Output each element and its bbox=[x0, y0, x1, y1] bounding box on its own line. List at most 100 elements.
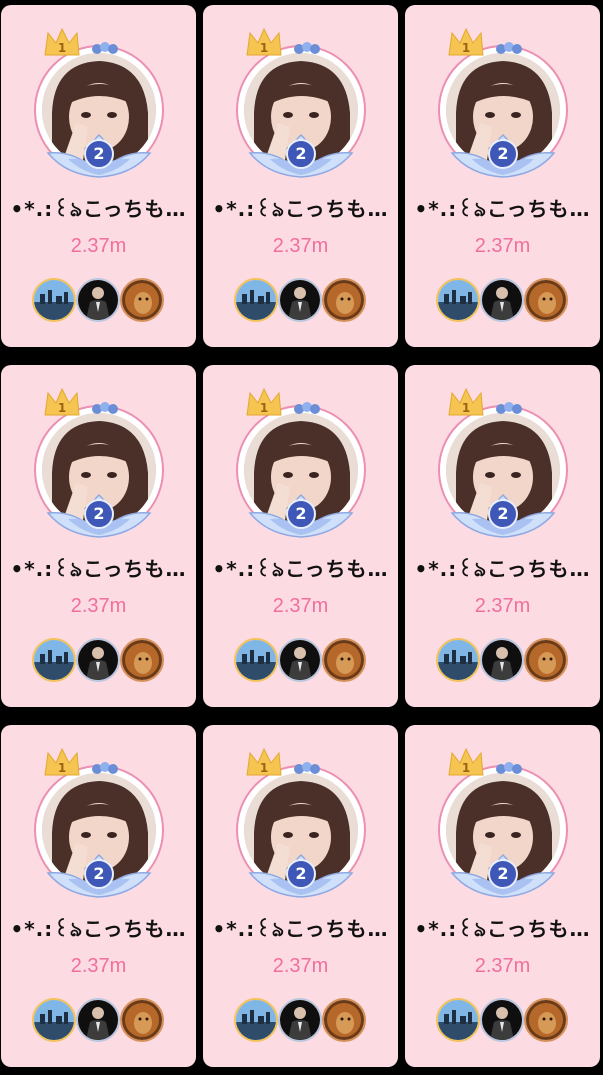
score-value: 2.37m bbox=[272, 595, 329, 617]
rank-crown-number: 1 bbox=[260, 41, 268, 55]
top-contributors bbox=[32, 638, 167, 682]
avatar-frame[interactable]: 1 2 bbox=[236, 747, 366, 898]
top-contributors bbox=[436, 278, 571, 322]
score-value: 2.37m bbox=[272, 235, 329, 257]
top-contributors bbox=[234, 278, 369, 322]
ranking-card[interactable]: 1 2 •*.:꒰ঌこっちも… 2.37m bbox=[1, 725, 196, 1067]
man-in-suit-avatar[interactable] bbox=[278, 998, 322, 1042]
man-in-suit-avatar[interactable] bbox=[480, 998, 524, 1042]
man-in-suit-avatar[interactable] bbox=[76, 998, 120, 1042]
ranking-card[interactable]: 1 2 •*.:꒰ঌこっちも… 2.37m bbox=[203, 5, 398, 347]
lion-avatar[interactable] bbox=[524, 638, 568, 682]
ranking-card[interactable]: 1 2 •*.:꒰ঌこっちも… 2.37m bbox=[405, 365, 600, 707]
city-skyline-avatar[interactable] bbox=[436, 638, 480, 682]
gem-ornament-icon bbox=[294, 402, 320, 414]
ranking-card[interactable]: 1 2 •*.:꒰ঌこっちも… 2.37m bbox=[203, 365, 398, 707]
level-badge: 2 bbox=[84, 139, 114, 169]
score-value: 2.37m bbox=[70, 595, 127, 617]
city-skyline-avatar[interactable] bbox=[436, 278, 480, 322]
lion-avatar[interactable] bbox=[120, 638, 164, 682]
gem-ornament-icon bbox=[496, 402, 522, 414]
rank-crown-number: 1 bbox=[58, 41, 66, 55]
top-contributors bbox=[436, 998, 571, 1042]
man-in-suit-avatar[interactable] bbox=[278, 278, 322, 322]
rank-crown-number: 1 bbox=[58, 761, 66, 775]
level-badge: 2 bbox=[488, 499, 518, 529]
user-name: •*.:꒰ঌこっちも… bbox=[414, 917, 591, 941]
lion-avatar[interactable] bbox=[120, 278, 164, 322]
lion-avatar[interactable] bbox=[524, 278, 568, 322]
rank-crown-number: 1 bbox=[462, 41, 470, 55]
man-in-suit-avatar[interactable] bbox=[278, 638, 322, 682]
crown-icon: 1 bbox=[246, 747, 282, 776]
city-skyline-avatar[interactable] bbox=[234, 638, 278, 682]
man-in-suit-avatar[interactable] bbox=[76, 638, 120, 682]
gem-ornament-icon bbox=[92, 762, 118, 774]
lion-avatar[interactable] bbox=[322, 638, 366, 682]
user-name: •*.:꒰ঌこっちも… bbox=[212, 917, 389, 941]
city-skyline-avatar[interactable] bbox=[234, 998, 278, 1042]
level-badge: 2 bbox=[84, 859, 114, 889]
gem-ornament-icon bbox=[496, 762, 522, 774]
crown-icon: 1 bbox=[44, 387, 80, 416]
crown-icon: 1 bbox=[246, 27, 282, 56]
gem-ornament-icon bbox=[92, 42, 118, 54]
lion-avatar[interactable] bbox=[120, 998, 164, 1042]
top-contributors bbox=[234, 638, 369, 682]
rank-crown-number: 1 bbox=[462, 761, 470, 775]
user-name: •*.:꒰ঌこっちも… bbox=[10, 557, 187, 581]
level-badge: 2 bbox=[84, 499, 114, 529]
crown-icon: 1 bbox=[448, 747, 484, 776]
lion-avatar[interactable] bbox=[322, 278, 366, 322]
level-badge: 2 bbox=[286, 859, 316, 889]
top-contributors bbox=[32, 278, 167, 322]
ranking-grid: 1 2 •*.:꒰ঌこっちも… 2.37m 1 2 •*.:꒰ঌこっちも… 2.… bbox=[0, 0, 603, 1075]
avatar-frame[interactable]: 1 2 bbox=[34, 747, 164, 898]
gem-ornament-icon bbox=[294, 42, 320, 54]
ranking-card[interactable]: 1 2 •*.:꒰ঌこっちも… 2.37m bbox=[405, 5, 600, 347]
man-in-suit-avatar[interactable] bbox=[480, 638, 524, 682]
rank-crown-number: 1 bbox=[58, 401, 66, 415]
lion-avatar[interactable] bbox=[524, 998, 568, 1042]
rank-crown-number: 1 bbox=[260, 401, 268, 415]
city-skyline-avatar[interactable] bbox=[32, 638, 76, 682]
avatar-frame[interactable]: 1 2 bbox=[438, 387, 568, 538]
top-contributors bbox=[234, 998, 369, 1042]
gem-ornament-icon bbox=[92, 402, 118, 414]
crown-icon: 1 bbox=[44, 27, 80, 56]
crown-icon: 1 bbox=[448, 27, 484, 56]
city-skyline-avatar[interactable] bbox=[32, 278, 76, 322]
city-skyline-avatar[interactable] bbox=[234, 278, 278, 322]
score-value: 2.37m bbox=[474, 955, 531, 977]
city-skyline-avatar[interactable] bbox=[436, 998, 480, 1042]
score-value: 2.37m bbox=[272, 955, 329, 977]
score-value: 2.37m bbox=[70, 955, 127, 977]
ranking-card[interactable]: 1 2 •*.:꒰ঌこっちも… 2.37m bbox=[1, 5, 196, 347]
level-badge: 2 bbox=[488, 859, 518, 889]
rank-crown-number: 1 bbox=[462, 401, 470, 415]
score-value: 2.37m bbox=[474, 595, 531, 617]
level-badge: 2 bbox=[286, 139, 316, 169]
man-in-suit-avatar[interactable] bbox=[76, 278, 120, 322]
crown-icon: 1 bbox=[246, 387, 282, 416]
avatar-frame[interactable]: 1 2 bbox=[438, 747, 568, 898]
top-contributors bbox=[32, 998, 167, 1042]
ranking-card[interactable]: 1 2 •*.:꒰ঌこっちも… 2.37m bbox=[405, 725, 600, 1067]
ranking-card[interactable]: 1 2 •*.:꒰ঌこっちも… 2.37m bbox=[203, 725, 398, 1067]
avatar-frame[interactable]: 1 2 bbox=[34, 387, 164, 538]
avatar-frame[interactable]: 1 2 bbox=[438, 27, 568, 178]
user-name: •*.:꒰ঌこっちも… bbox=[10, 917, 187, 941]
avatar-frame[interactable]: 1 2 bbox=[236, 387, 366, 538]
lion-avatar[interactable] bbox=[322, 998, 366, 1042]
score-value: 2.37m bbox=[474, 235, 531, 257]
avatar-frame[interactable]: 1 2 bbox=[34, 27, 164, 178]
man-in-suit-avatar[interactable] bbox=[480, 278, 524, 322]
level-badge: 2 bbox=[286, 499, 316, 529]
gem-ornament-icon bbox=[294, 762, 320, 774]
score-value: 2.37m bbox=[70, 235, 127, 257]
rank-crown-number: 1 bbox=[260, 761, 268, 775]
avatar-frame[interactable]: 1 2 bbox=[236, 27, 366, 178]
crown-icon: 1 bbox=[448, 387, 484, 416]
city-skyline-avatar[interactable] bbox=[32, 998, 76, 1042]
ranking-card[interactable]: 1 2 •*.:꒰ঌこっちも… 2.37m bbox=[1, 365, 196, 707]
